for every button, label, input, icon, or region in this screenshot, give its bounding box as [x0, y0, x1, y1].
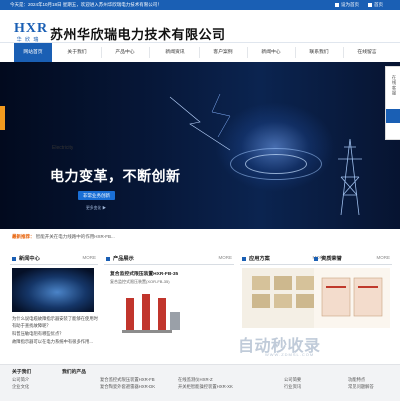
- site-footer: 关于我们 公司简介 企业文化 我们的产品 复合监控式限压装置HXR-FB 复合陶…: [0, 364, 400, 401]
- news-item[interactable]: 科普压敏电阻有哪些优点？: [12, 331, 98, 338]
- footer-products-list: 复合监控式限压装置HXR-FB 复合陶瓷外套避雷器HXR-DK: [100, 376, 155, 390]
- footer-link[interactable]: 在线监测仪HXR-Z: [178, 376, 233, 383]
- banner-text-layer: Electricity 电力变革，不断创新 非常业务创新 更多变化 ▶: [0, 62, 400, 229]
- footer-link[interactable]: 复合陶瓷外套避雷器HXR-DK: [100, 383, 155, 390]
- footer-about: 关于我们 公司简介 企业文化: [12, 369, 31, 390]
- footer-link[interactable]: 公司简要: [284, 376, 301, 383]
- nav-divider: [247, 47, 248, 58]
- set-homepage-label: 设为首页: [341, 2, 359, 7]
- footer-col4: 公司简要 行业资讯: [284, 376, 301, 390]
- banner-title-en: Electricity: [52, 145, 74, 151]
- footer-link[interactable]: 开关柜智能操控装置HXR-XK: [178, 383, 233, 390]
- products-header: 产品展示 MORE: [104, 254, 234, 265]
- nav-item-cases[interactable]: 客户案例: [204, 43, 242, 62]
- nav-item-home[interactable]: 网站首页: [14, 43, 52, 62]
- footer-link[interactable]: 复合监控式限压装置HXR-FB: [100, 376, 155, 383]
- footer-link[interactable]: 功能特点: [348, 376, 374, 383]
- notice-label: 最新推荐：: [12, 234, 35, 239]
- product-desc: 复合监控式限压装置(XOR-FB-35): [110, 279, 170, 284]
- latest-notice: 最新推荐： 智能开关在电力线路中的作用HXR-FB...: [12, 234, 392, 244]
- house-icon: [368, 2, 372, 7]
- nav-divider: [343, 47, 344, 58]
- news-item[interactable]: 故障指示器可以在电力系统中有很多作用...: [12, 339, 98, 346]
- products-more-link[interactable]: MORE: [219, 255, 233, 260]
- honors-section: 资质荣誉 MORE: [312, 254, 392, 364]
- award-certificate-icon: [321, 277, 383, 317]
- nav-item-news[interactable]: 新闻资讯: [156, 43, 194, 62]
- section-bullet-icon: [106, 256, 110, 261]
- footer-link[interactable]: 行业资讯: [284, 383, 301, 390]
- section-bullet-icon: [314, 256, 318, 261]
- site-header: HXR 华 欣 瑞 苏州华欣瑞电力技术有限公司 Suzhou Huaxinrui…: [0, 10, 400, 46]
- footer-products: 我们的产品: [62, 369, 86, 376]
- section-bullet-icon: [242, 256, 246, 261]
- footer-link[interactable]: 企业文化: [12, 383, 31, 390]
- honors-header: 资质荣誉 MORE: [312, 254, 392, 265]
- side-tab[interactable]: [0, 106, 5, 130]
- nav-divider: [199, 47, 200, 58]
- logo-mark: HXR: [14, 21, 49, 36]
- product-image[interactable]: [112, 288, 192, 338]
- honor-image[interactable]: [314, 268, 390, 328]
- nav-divider: [149, 47, 150, 58]
- footer-products-title: 我们的产品: [62, 370, 86, 375]
- news-title: 新闻中心: [19, 256, 40, 262]
- news-thumbnail[interactable]: [12, 268, 94, 312]
- news-section: 新闻中心 MORE 为什么说电缆故障指示器安装了能够在使用时有助于查找故障呢？ …: [10, 254, 98, 364]
- nav-item-contact[interactable]: 联系我们: [300, 43, 338, 62]
- products-title: 产品展示: [113, 256, 134, 262]
- nav-divider: [295, 47, 296, 58]
- home-label: 首页: [374, 2, 383, 7]
- nav-divider: [101, 47, 102, 58]
- watermark-url: WWW.ZDMSL.COM: [265, 352, 315, 357]
- banner-more-link[interactable]: 更多变化 ▶: [86, 206, 106, 211]
- news-item[interactable]: 为什么说电缆故障指示器安装了能够在使用时有助于查找故障呢？: [12, 316, 98, 329]
- online-service-highlight: [386, 109, 400, 123]
- notice-text[interactable]: 智能开关在电力线路中的作用HXR-FB...: [36, 234, 115, 239]
- online-service-label: 在线客服: [392, 75, 397, 97]
- news-header: 新闻中心 MORE: [10, 254, 98, 265]
- products-section: 产品展示 MORE 复合监控式限压装置HXR-FB-35 复合监控式限压装置(X…: [104, 254, 234, 364]
- nav-item-products[interactable]: 产品中心: [106, 43, 144, 62]
- news-more-link[interactable]: MORE: [83, 255, 97, 260]
- news-list: 为什么说电缆故障指示器安装了能够在使用时有助于查找故障呢？ 科普压敏电阻有哪些优…: [12, 316, 98, 347]
- home-link[interactable]: 首页: [368, 2, 383, 8]
- banner-title-cn: 电力变革，不断创新: [50, 168, 181, 184]
- set-homepage-link[interactable]: 设为首页: [335, 2, 359, 8]
- section-bullet-icon: [12, 256, 16, 261]
- product-name[interactable]: 复合监控式限压装置HXR-FB-35: [110, 270, 200, 277]
- footer-link[interactable]: 公司简介: [12, 376, 31, 383]
- welcome-text: 今天是：2024年10月18日 星期五，欢迎进入苏州华欣瑞电力技术有限公司！: [10, 2, 162, 7]
- nav-item-about[interactable]: 关于我们: [58, 43, 96, 62]
- home-icon: [335, 2, 339, 7]
- nav-item-message[interactable]: 在线留言: [348, 43, 386, 62]
- footer-link[interactable]: 常见问题解答: [348, 383, 374, 390]
- main-nav: 网站首页 关于我们 产品中心 新闻资讯 客户案例 新闻中心 联系我们 在线留言: [0, 42, 400, 63]
- footer-col3: 在线监测仪HXR-Z 开关柜智能操控装置HXR-XK: [178, 376, 233, 390]
- footer-col5: 功能特点 常见问题解答: [348, 376, 374, 390]
- online-service-bar[interactable]: 在线客服: [385, 66, 400, 140]
- company-logo[interactable]: HXR 华 欣 瑞: [14, 21, 49, 44]
- banner-cta-button[interactable]: 非常业务创新: [78, 191, 115, 200]
- footer-about-title: 关于我们: [12, 370, 32, 375]
- cases-title: 应用方案: [249, 256, 270, 262]
- honors-more-link[interactable]: MORE: [377, 255, 391, 260]
- top-bar: 今天是：2024年10月18日 星期五，欢迎进入苏州华欣瑞电力技术有限公司！ 设…: [0, 0, 400, 10]
- nav-item-news-center[interactable]: 新闻中心: [252, 43, 290, 62]
- honors-title: 资质荣誉: [321, 256, 342, 262]
